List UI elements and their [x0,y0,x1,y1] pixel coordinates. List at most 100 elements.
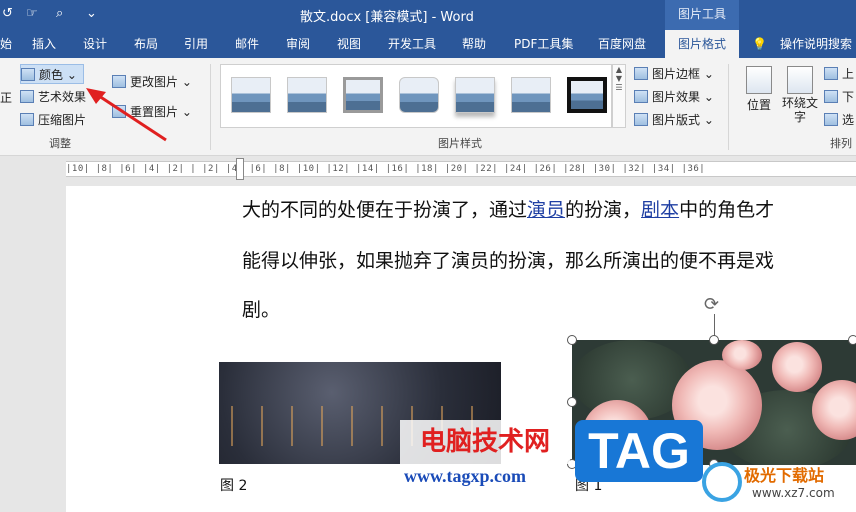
send-backward-icon [824,90,838,103]
paragraph-line-3[interactable]: 剧。 [242,295,280,322]
tab-insert[interactable]: 插入 [32,30,56,58]
picture-effects-icon [634,90,648,103]
tab-home[interactable]: 始 [0,30,12,58]
picture-styles-gallery[interactable] [220,64,612,128]
picture-effects-button[interactable]: 图片效果 ⌄ [634,87,714,107]
tab-design[interactable]: 设计 [83,30,107,58]
resize-handle-n[interactable] [709,335,719,345]
ruler-ticks: |10| |8| |6| |4| |2| | |2| |4| |6| |8| |… [66,164,706,174]
ribbon-tab-bar: 始 插入 设计 布局 引用 邮件 审阅 视图 开发工具 帮助 PDF工具集 百度… [0,30,856,58]
color-button[interactable]: 颜色 ⌄ [20,64,84,84]
tell-me-search[interactable]: 操作说明搜索 [780,30,852,58]
style-thumb[interactable] [343,77,383,113]
bring-forward-button[interactable]: 上 [824,64,854,84]
rotate-handle-icon[interactable]: ⟳ [704,294,719,315]
tab-review[interactable]: 审阅 [286,30,310,58]
corrections-label: 正 [0,91,13,105]
selection-pane-button[interactable]: 选 [824,110,854,130]
artistic-effects-button[interactable]: 艺术效果 [20,87,86,107]
tab-mailings[interactable]: 邮件 [235,30,259,58]
rotate-handle-line [714,314,715,336]
bring-forward-label: 上 [842,67,855,81]
position-button[interactable]: 位置 [742,66,776,113]
tab-layout[interactable]: 布局 [134,30,158,58]
qat-more-icon[interactable]: ⌄ [86,6,97,21]
watermark-site-url: www.tagxp.com [404,466,526,486]
tab-developer[interactable]: 开发工具 [388,30,436,58]
indent-marker[interactable] [236,158,244,180]
tab-pdf-tools[interactable]: PDF工具集 [514,30,573,58]
artistic-effects-label: 艺术效果 [38,90,87,104]
position-label: 位置 [746,98,771,112]
picture-layout-label: 图片版式 [652,113,701,127]
paragraph-line-1[interactable]: 大的不同的处便在于扮演了，通过演员的扮演，剧本中的角色才 [242,195,774,222]
xz7-url: www.xz7.com [752,486,835,500]
link-actor[interactable]: 演员 [527,199,565,221]
undo-icon[interactable]: ↺ [2,6,13,21]
tab-references[interactable]: 引用 [184,30,208,58]
tab-view[interactable]: 视图 [337,30,361,58]
touch-mode-icon[interactable]: ☞ [26,6,38,21]
style-thumb[interactable] [455,77,495,113]
artistic-effects-icon [20,90,34,103]
picture-tools-context: 图片工具 [665,0,739,30]
tab-picture-format[interactable]: 图片格式 [665,30,739,58]
line1-post: 中的角色才 [679,199,775,221]
compress-icon [20,113,34,126]
paragraph-line-2[interactable]: 能得以伸张，如果抛弃了演员的扮演，那么所演出的便不再是戏 [242,246,774,273]
compress-label: 压缩图片 [38,113,87,127]
line1-mid: 的扮演， [565,199,642,221]
group-separator [210,64,211,150]
selection-pane-icon [824,113,838,126]
annotation-arrow-icon [86,88,167,142]
print-preview-icon[interactable]: ⌕ [56,6,63,21]
tab-help[interactable]: 帮助 [462,30,486,58]
title-bar: ↺ ☞ ⌕ ⌄ 散文.docx [兼容模式] - Word 图片工具 [0,0,856,30]
style-thumb[interactable] [511,77,551,113]
link-script[interactable]: 剧本 [641,199,679,221]
resize-handle-ne[interactable] [848,335,856,345]
lightbulb-icon: 💡 [752,37,767,51]
gallery-scroll[interactable]: ▲ ▼ ☰ [612,64,626,128]
style-thumb[interactable] [287,77,327,113]
adjust-group-label: 调整 [49,137,71,150]
aurora-logo-icon [702,462,742,502]
color-label: 颜色 [39,68,64,82]
picture-layout-icon [634,113,648,126]
xz7-name: 极光下载站 [744,466,825,485]
style-thumb[interactable] [231,77,271,113]
horizontal-ruler: |10| |8| |6| |4| |2| | |2| |4| |6| |8| |… [0,156,856,186]
picture-border-icon [634,67,648,80]
picture-border-button[interactable]: 图片边框 ⌄ [634,64,714,84]
picture-layout-button[interactable]: 图片版式 ⌄ [634,110,714,130]
wrap-text-icon [787,66,813,94]
wrap-text-button[interactable]: 环绕文字 [782,66,818,124]
bring-forward-icon [824,67,838,80]
arrange-group-label: 排列 [830,137,852,150]
group-separator [728,64,729,150]
tab-baidu-netdisk[interactable]: 百度网盘 [598,30,646,58]
selection-pane-label: 选 [842,113,855,127]
send-backward-label: 下 [842,90,855,104]
picture-border-label: 图片边框 [652,67,701,81]
picture-effects-label: 图片效果 [652,90,701,104]
window-title: 散文.docx [兼容模式] - Word [300,10,474,25]
corrections-button[interactable]: 正 [0,68,16,108]
color-icon [21,68,35,81]
tag-logo: TAG [575,420,703,482]
resize-handle-w[interactable] [567,397,577,407]
wrap-text-label: 环绕文字 [782,96,819,124]
send-backward-button[interactable]: 下 [824,87,854,107]
line1-pre: 大的不同的处便在于扮演了，通过 [242,199,528,221]
resize-handle-nw[interactable] [567,335,577,345]
styles-group-label: 图片样式 [438,137,482,150]
rose-shape [722,340,762,370]
watermark-site-name: 电脑技术网 [400,420,570,464]
xz7-logo: 极光下载站 www.xz7.com [700,458,856,512]
style-thumb[interactable] [399,77,439,113]
style-thumb[interactable] [567,77,607,113]
rose-shape [772,342,822,392]
caption-figure-2: 图 2 [220,478,248,494]
position-icon [746,66,772,94]
compress-pictures-button[interactable]: 压缩图片 [20,110,86,130]
